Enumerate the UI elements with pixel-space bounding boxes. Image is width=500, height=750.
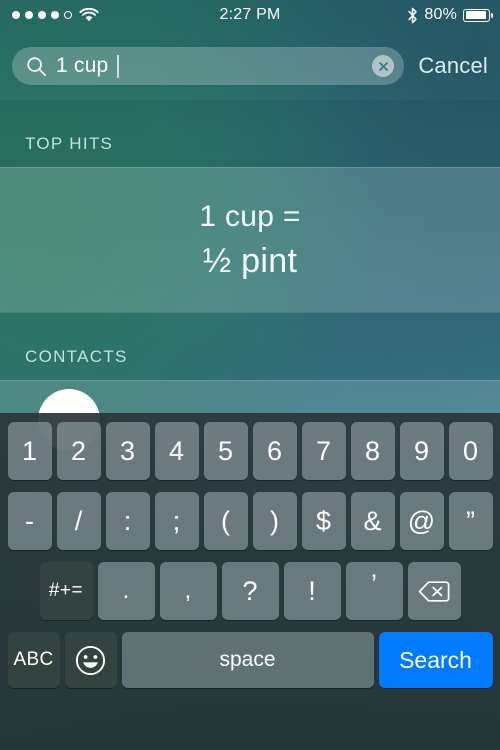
key-number-3-label: 4 — [168, 435, 185, 466]
key-number-0[interactable]: 1 — [7, 422, 52, 480]
conversion-input-label: 1 cup = — [199, 200, 301, 233]
close-x-icon — [378, 61, 388, 71]
on-screen-keyboard: 1 2 3 4 5 6 7 8 9 0 - /:; () $ & @ ” #+= . , ? ! ’ ABC — [0, 413, 500, 750]
key-symbol-shift[interactable]: #+= — [39, 562, 93, 620]
key-question-mark[interactable]: ? — [221, 562, 279, 620]
key-symbol-3[interactable]: ; — [154, 492, 199, 550]
cancel-button[interactable]: Cancel — [404, 53, 488, 79]
key-number-5[interactable]: 6 — [252, 422, 297, 480]
key-symbol-9[interactable]: ” — [448, 492, 493, 550]
emoji-smiley-icon — [75, 645, 106, 675]
key-period-label: . — [122, 577, 130, 604]
key-symbol-2-label: : — [123, 505, 132, 536]
delete-backspace-icon — [418, 580, 450, 602]
search-icon — [27, 56, 47, 76]
key-search-submit[interactable]: Search — [378, 632, 493, 688]
key-symbol-5-label: ) — [270, 505, 279, 536]
key-number-7-label: 8 — [364, 435, 381, 466]
search-input-value: 1 cup — [56, 54, 109, 77]
key-number-1[interactable]: 2 — [56, 422, 101, 480]
key-number-1-label: 2 — [70, 435, 87, 466]
top-hit-result-unit-conversion[interactable]: 1 cup = ½ pint — [0, 167, 500, 313]
battery-icon — [463, 8, 493, 22]
keyboard-row-punctuation: #+= . , ? ! ’ — [3, 562, 497, 620]
key-period[interactable]: . — [97, 562, 155, 620]
section-header-top-hits: TOP HITS — [0, 100, 500, 167]
key-number-9-label: 0 — [462, 435, 479, 466]
key-symbol-3-label: ; — [172, 505, 181, 536]
key-question-mark-label: ? — [242, 575, 258, 606]
key-space[interactable]: space — [121, 632, 374, 688]
key-symbol-4[interactable]: ( — [203, 492, 248, 550]
key-number-8-label: 9 — [413, 435, 430, 466]
key-exclamation-mark[interactable]: ! — [283, 562, 341, 620]
status-bar: 2:27 PM 80% — [0, 0, 500, 30]
key-symbol-7[interactable]: & — [350, 492, 395, 550]
search-input[interactable]: 1 cup — [12, 47, 405, 85]
key-number-6[interactable]: 7 — [301, 422, 346, 480]
keyboard-row-bottom: ABC space Search — [3, 632, 497, 688]
key-symbol-6-label: $ — [315, 505, 332, 536]
key-number-5-label: 6 — [266, 435, 283, 466]
key-exclamation-mark-label: ! — [308, 575, 316, 606]
keyboard-row-symbols: - /:; () $ & @ ” — [3, 492, 497, 550]
key-number-9[interactable]: 0 — [448, 422, 493, 480]
key-number-0-label: 1 — [21, 435, 38, 466]
key-number-8[interactable]: 9 — [399, 422, 444, 480]
key-symbol-4-label: ( — [221, 505, 230, 536]
key-symbol-9-label: ” — [466, 505, 475, 536]
key-symbol-5[interactable]: ) — [252, 492, 297, 550]
key-number-4-label: 5 — [217, 435, 234, 466]
key-symbol-8[interactable]: @ — [399, 492, 444, 550]
status-bar-clock: 2:27 PM — [219, 6, 281, 23]
key-symbol-6[interactable]: $ — [301, 492, 346, 550]
search-bar: 1 cup Cancel — [0, 42, 500, 90]
key-symbol-2[interactable]: : — [105, 492, 150, 550]
key-number-2-label: 3 — [119, 435, 136, 466]
key-number-6-label: 7 — [315, 435, 332, 466]
key-comma-label: , — [184, 577, 192, 604]
text-cursor — [117, 54, 120, 78]
key-emoji[interactable] — [64, 632, 117, 688]
key-apostrophe-label: ’ — [371, 568, 377, 599]
key-symbol-0[interactable]: - — [7, 492, 52, 550]
key-symbol-1-label: / — [74, 505, 83, 536]
key-number-7[interactable]: 8 — [350, 422, 395, 480]
key-symbol-1[interactable]: / — [56, 492, 101, 550]
key-comma[interactable]: , — [159, 562, 217, 620]
key-symbol-8-label: @ — [407, 505, 436, 536]
key-apostrophe[interactable]: ’ — [345, 562, 403, 620]
key-switch-to-abc[interactable]: ABC — [7, 632, 60, 688]
keyboard-row-numbers: 1 2 3 4 5 6 7 8 9 0 — [3, 422, 497, 480]
key-symbol-0-label: - — [25, 505, 34, 536]
key-number-2[interactable]: 3 — [105, 422, 150, 480]
search-input-content: 1 cup — [26, 54, 372, 78]
key-number-3[interactable]: 4 — [154, 422, 199, 480]
section-header-contacts: CONTACTS — [0, 313, 500, 380]
key-delete-backspace[interactable] — [407, 562, 461, 620]
clear-search-icon[interactable] — [372, 55, 395, 77]
conversion-output-label: ½ pint — [202, 241, 298, 280]
key-symbol-7-label: & — [363, 505, 382, 536]
key-number-4[interactable]: 5 — [203, 422, 248, 480]
